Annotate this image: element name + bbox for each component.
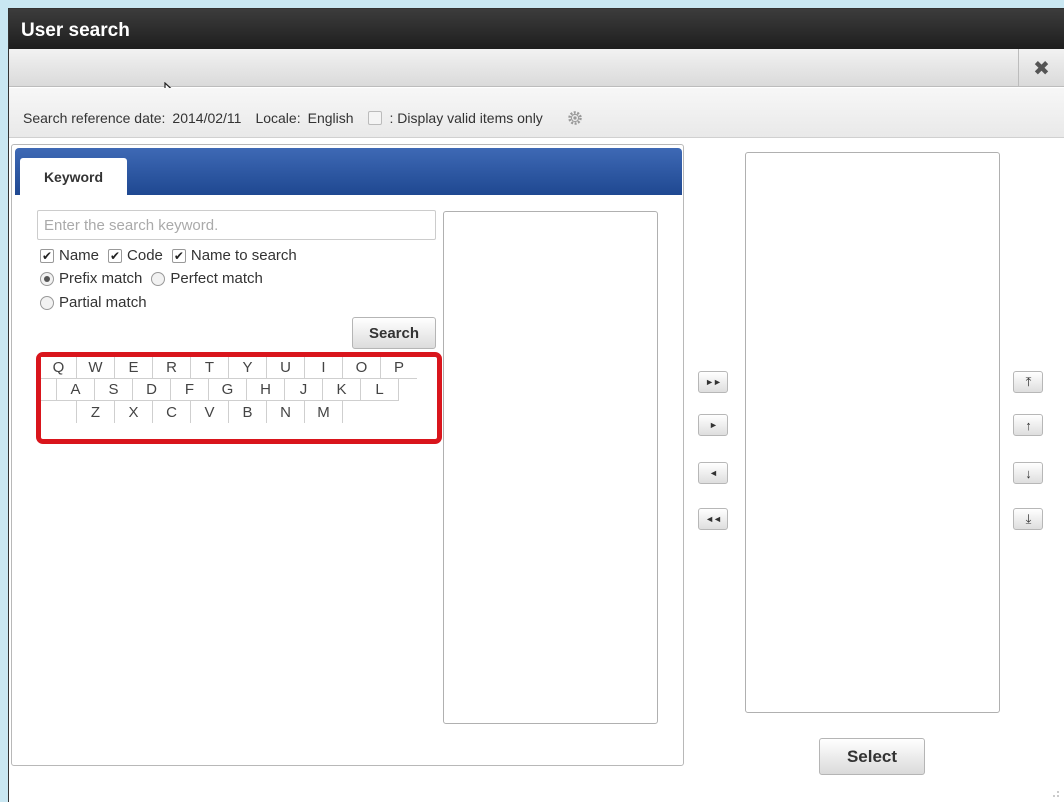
search-panel: Keyword ✔ Name ✔ Code ✔ Name to search P… (11, 144, 684, 766)
key-n[interactable]: N (267, 401, 305, 423)
match-mode-options: Prefix match Perfect match (40, 270, 263, 287)
tab-bar: Keyword (15, 148, 682, 196)
move-down-icon: ↓ (1025, 465, 1031, 481)
match-mode-options-2: Partial match (40, 294, 147, 311)
move-top-button[interactable]: ⤒ (1013, 371, 1043, 393)
key-blank-left-2 (41, 401, 77, 423)
valid-only-checkbox[interactable] (367, 111, 382, 125)
arrow-right-icon: ► (709, 420, 718, 430)
key-l[interactable]: L (361, 379, 399, 401)
key-w[interactable]: W (77, 357, 115, 379)
move-top-icon: ⤒ (1025, 374, 1032, 389)
key-f[interactable]: F (171, 379, 209, 401)
key-m[interactable]: M (305, 401, 343, 423)
keyword-search-input[interactable] (37, 210, 436, 240)
prefix-match-label: Prefix match (59, 270, 143, 287)
select-button[interactable]: Select (819, 738, 925, 775)
key-t[interactable]: T (191, 357, 229, 379)
dialog-title: User search (9, 9, 1064, 49)
key-q[interactable]: Q (41, 357, 77, 379)
double-arrow-right-icon: ►► (705, 377, 722, 387)
key-c[interactable]: C (153, 401, 191, 423)
prefix-match-radio[interactable] (40, 271, 54, 286)
partial-match-label: Partial match (59, 294, 147, 311)
code-checkbox-label: Code (127, 247, 163, 264)
key-a[interactable]: A (57, 379, 95, 401)
move-up-icon: ↑ (1025, 417, 1031, 433)
locale-value: English (307, 110, 354, 126)
letter-keyboard: Q W E R T Y U I O P A S D F G H J K L Z … (36, 352, 442, 444)
remove-all-button[interactable]: ◄◄ (698, 508, 728, 530)
remove-button[interactable]: ◄ (698, 462, 728, 484)
key-g[interactable]: G (209, 379, 247, 401)
selected-users-list[interactable] (745, 152, 1000, 713)
close-icon: ✖ (1033, 57, 1050, 80)
key-r[interactable]: R (153, 357, 191, 379)
keyboard-row-2: A S D F G H J K L (41, 379, 399, 401)
key-u[interactable]: U (267, 357, 305, 379)
user-search-dialog: User search ✖ Search reference date: 201… (8, 8, 1064, 802)
add-button[interactable]: ► (698, 414, 728, 436)
partial-match-radio[interactable] (40, 295, 54, 310)
ref-date-label: Search reference date: (23, 110, 166, 126)
key-h[interactable]: H (247, 379, 285, 401)
search-button[interactable]: Search (352, 317, 436, 349)
key-s[interactable]: S (95, 379, 133, 401)
code-checkbox[interactable]: ✔ (108, 248, 123, 263)
valid-only-label: : Display valid items only (389, 110, 543, 126)
keyboard-row-1: Q W E R T Y U I O P (41, 357, 417, 379)
move-bottom-icon: ⤓ (1025, 511, 1032, 526)
name-to-search-checkbox[interactable]: ✔ (171, 248, 186, 263)
key-o[interactable]: O (343, 357, 381, 379)
perfect-match-radio[interactable] (151, 271, 166, 286)
arrow-left-icon: ◄ (709, 468, 718, 478)
add-all-button[interactable]: ►► (698, 371, 728, 393)
move-up-button[interactable]: ↑ (1013, 414, 1043, 436)
tab-keyword[interactable]: Keyword (20, 158, 127, 196)
key-j[interactable]: J (285, 379, 323, 401)
move-bottom-button[interactable]: ⤓ (1013, 508, 1043, 530)
gear-icon[interactable] (567, 110, 583, 126)
key-v[interactable]: V (191, 401, 229, 423)
close-button[interactable]: ✖ (1018, 49, 1064, 87)
key-p[interactable]: P (381, 357, 417, 379)
key-e[interactable]: E (115, 357, 153, 379)
name-to-search-checkbox-label: Name to search (190, 247, 297, 264)
locale-label: Locale: (255, 110, 301, 126)
key-z[interactable]: Z (77, 401, 115, 423)
key-b[interactable]: B (229, 401, 267, 423)
move-down-button[interactable]: ↓ (1013, 462, 1043, 484)
resize-grip-icon[interactable] (1050, 788, 1060, 798)
key-i[interactable]: I (305, 357, 343, 379)
keyboard-row-3: Z X C V B N M (41, 401, 343, 423)
key-k[interactable]: K (323, 379, 361, 401)
name-checkbox[interactable]: ✔ (40, 248, 54, 263)
ref-date-value: 2014/02/11 (172, 110, 242, 126)
key-blank-left (41, 379, 57, 401)
key-y[interactable]: Y (229, 357, 267, 379)
key-d[interactable]: D (133, 379, 171, 401)
double-arrow-left-icon: ◄◄ (705, 514, 722, 524)
search-field-options: ✔ Name ✔ Code ✔ Name to search (40, 247, 297, 264)
name-checkbox-label: Name (59, 247, 100, 264)
key-x[interactable]: X (115, 401, 153, 423)
perfect-match-label: Perfect match (170, 270, 263, 287)
info-bar: Search reference date: 2014/02/11 Locale… (9, 88, 1064, 138)
search-results-list[interactable] (443, 211, 658, 724)
